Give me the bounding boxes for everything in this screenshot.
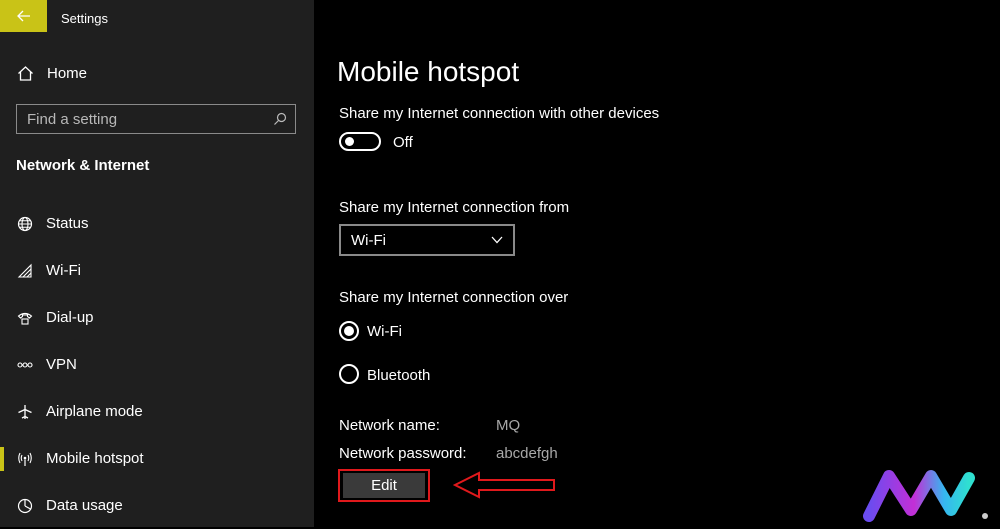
- title-bar: Settings: [0, 0, 314, 36]
- search-icon[interactable]: [265, 105, 295, 133]
- sidebar-item-mobile-hotspot[interactable]: Mobile hotspot: [0, 435, 314, 482]
- section-title: Network & Internet: [16, 157, 150, 174]
- sidebar-item-airplane[interactable]: Airplane mode: [0, 388, 314, 435]
- toggle-state-label: Off: [393, 134, 413, 151]
- search-input[interactable]: [17, 109, 265, 129]
- network-name-value: MQ: [496, 417, 521, 434]
- vpn-icon: [16, 356, 34, 374]
- airplane-icon: [16, 403, 34, 421]
- nav-list: Status Wi-Fi Dial-up VPN Airplane mode M…: [0, 200, 314, 529]
- home-label: Home: [47, 64, 88, 82]
- phone-icon: [16, 309, 34, 327]
- app-title: Settings: [61, 11, 108, 26]
- share-from-dropdown[interactable]: Wi-Fi: [339, 224, 515, 256]
- sidebar-item-label: Airplane mode: [46, 403, 143, 420]
- sidebar-item-label: Wi-Fi: [46, 262, 81, 279]
- network-password-label: Network password:: [339, 445, 467, 462]
- share-over-label: Share my Internet connection over: [339, 289, 569, 306]
- back-arrow-icon: [16, 10, 30, 22]
- sidebar-item-label: Data usage: [46, 497, 123, 514]
- chevron-down-icon: [491, 236, 503, 244]
- page-title: Mobile hotspot: [337, 56, 520, 87]
- search-box[interactable]: [16, 104, 296, 134]
- wifi-icon: [16, 262, 34, 280]
- hotspot-toggle[interactable]: [339, 132, 381, 151]
- brand-logo-icon: [863, 470, 988, 522]
- back-button[interactable]: [0, 0, 47, 32]
- data-usage-icon: [16, 497, 34, 515]
- toggle-knob: [345, 137, 354, 146]
- share-connection-label: Share my Internet connection with other …: [339, 105, 660, 122]
- edit-button[interactable]: Edit: [338, 469, 430, 502]
- globe-icon: [16, 215, 34, 233]
- radio-wifi-label[interactable]: Wi-Fi: [367, 323, 402, 340]
- sidebar-item-vpn[interactable]: VPN: [0, 341, 314, 388]
- sidebar-item-dialup[interactable]: Dial-up: [0, 294, 314, 341]
- radio-wifi[interactable]: [339, 321, 359, 341]
- edit-button-label: Edit: [343, 473, 425, 498]
- main-panel: Mobile hotspot Share my Internet connect…: [315, 0, 1000, 527]
- sidebar-item-data-usage[interactable]: Data usage: [0, 482, 314, 529]
- annotation-arrow-icon: [453, 471, 555, 499]
- nav-home[interactable]: Home: [16, 62, 87, 84]
- sidebar-item-status[interactable]: Status: [0, 200, 314, 247]
- sidebar-item-label: VPN: [46, 356, 77, 373]
- share-from-label: Share my Internet connection from: [339, 199, 570, 216]
- radio-bluetooth-label[interactable]: Bluetooth: [367, 367, 430, 384]
- sidebar-item-wifi[interactable]: Wi-Fi: [0, 247, 314, 294]
- sidebar-item-label: Dial-up: [46, 309, 94, 326]
- radio-selected-dot: [344, 326, 354, 336]
- hotspot-icon: [16, 450, 34, 468]
- sidebar-item-label: Mobile hotspot: [46, 450, 144, 467]
- home-icon: [16, 64, 34, 82]
- sidebar-item-label: Status: [46, 215, 89, 232]
- share-from-selected: Wi-Fi: [351, 231, 386, 249]
- network-password-value: abcdefgh: [496, 445, 558, 462]
- sidebar: Settings Home Network & Internet: [0, 0, 314, 527]
- radio-bluetooth[interactable]: [339, 364, 359, 384]
- network-name-label: Network name:: [339, 417, 440, 434]
